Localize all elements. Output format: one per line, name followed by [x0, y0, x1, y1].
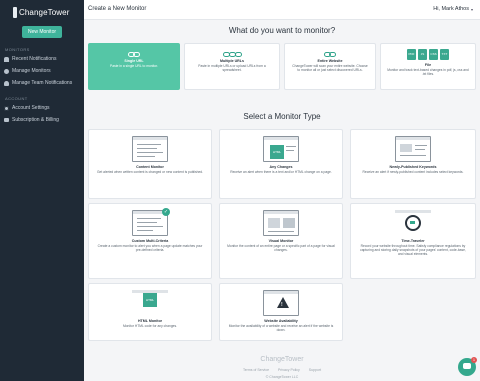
link-icon	[89, 50, 179, 58]
logo-text: ChangeTower	[19, 7, 70, 17]
type-desc: Get alerted when written content is chan…	[96, 170, 204, 174]
type-desc: Record your website throughout time. Sat…	[360, 244, 466, 257]
check-icon: ✓	[162, 208, 170, 216]
sidebar-item-label: Subscription & Billing	[12, 117, 59, 123]
tower-logo-icon	[13, 6, 17, 18]
type-heading: Select a Monitor Type	[243, 112, 321, 121]
type-desc: Receive an alert if newly-published cont…	[362, 170, 464, 174]
notification-badge: 1	[471, 357, 477, 363]
content-monitor-icon	[132, 136, 168, 162]
pdf-file-icon: PDF	[407, 49, 416, 60]
support-link[interactable]: Support	[309, 368, 321, 372]
keywords-icon	[395, 136, 431, 162]
what-heading: What do you want to monitor?	[228, 26, 336, 35]
type-desc: Monitor the availability of a website an…	[228, 324, 334, 333]
logo[interactable]: ChangeTower	[0, 2, 84, 22]
visual-monitor-icon	[263, 210, 299, 236]
terms-link[interactable]: Terms of Service	[243, 368, 269, 372]
warning-icon: !	[263, 290, 299, 316]
page-title: Create a New Monitor	[88, 6, 147, 12]
sidebar: ChangeTower New Monitor MONITORS Recent …	[0, 0, 84, 381]
users-icon	[4, 80, 9, 86]
option-desc: Monitor and track text-based changes in …	[387, 68, 469, 77]
sidebar-item-recent-notifications[interactable]: Recent Notifications	[0, 53, 84, 65]
option-single-url[interactable]: Single URL Paste in a single URL to moni…	[88, 43, 180, 90]
type-desc: Receive an alert when there is a text an…	[230, 170, 332, 174]
credit-card-icon	[4, 118, 9, 122]
footer-logo: ChangeTower	[260, 356, 304, 363]
file-type-icons: PDF JS CSS TXT	[381, 49, 475, 61]
time-traveler-icon	[395, 210, 431, 236]
eye-icon	[4, 68, 9, 74]
multi-link-icon	[185, 50, 279, 58]
type-any-changes[interactable]: HTML Any Changes Receive an alert when t…	[219, 129, 343, 199]
sidebar-item-manage-monitors[interactable]: Manage Monitors	[0, 65, 84, 77]
type-content-monitor[interactable]: Content Monitor Get alerted when written…	[88, 129, 212, 199]
html-monitor-icon: HTML	[132, 290, 168, 316]
footer-links: Terms of Service Privacy Policy Support	[84, 368, 480, 372]
new-monitor-button[interactable]: New Monitor	[22, 26, 62, 38]
sidebar-item-manage-team-notifications[interactable]: Manage Team Notifications	[0, 77, 84, 89]
txt-file-icon: TXT	[440, 49, 449, 60]
sidebar-item-label: Recent Notifications	[12, 56, 57, 62]
bell-icon	[4, 56, 9, 62]
chevron-down-icon: ▾	[470, 6, 473, 12]
main-content: What do you want to monitor? Single URL …	[84, 20, 480, 381]
any-changes-icon: HTML	[263, 136, 299, 162]
sidebar-item-label: Manage Monitors	[12, 68, 51, 74]
option-desc: Paste in multiple URLs or upload URLs fr…	[198, 64, 266, 73]
chat-button[interactable]: 1	[458, 357, 477, 376]
option-multiple-urls[interactable]: Multiple URLs Paste in multiple URLs or …	[184, 43, 280, 90]
type-html-monitor[interactable]: HTML HTML Monitor Monitor HTML code for …	[88, 283, 212, 341]
type-desc: Monitor the content of an entire page or…	[227, 244, 335, 253]
section-label-account: ACCOUNT	[5, 96, 28, 101]
type-desc: Monitor HTML code for any changes.	[122, 324, 178, 328]
js-file-icon: JS	[418, 49, 427, 60]
sidebar-item-label: Manage Team Notifications	[12, 80, 73, 86]
option-entire-website[interactable]: Entire Website ChangeTower will scan you…	[284, 43, 376, 90]
type-time-traveler[interactable]: Time-Traveler Record your website throug…	[350, 203, 476, 279]
gear-icon	[4, 105, 9, 111]
option-file[interactable]: PDF JS CSS TXT File Monitor and track te…	[380, 43, 476, 90]
sidebar-item-label: Account Settings	[12, 105, 50, 111]
option-desc: Paste in a single URL to monitor.	[110, 64, 158, 68]
user-menu[interactable]: Hi, Mark Athos ▾	[433, 6, 473, 12]
privacy-link[interactable]: Privacy Policy	[278, 368, 300, 372]
sidebar-item-account-settings[interactable]: Account Settings	[0, 102, 84, 114]
chat-icon	[463, 363, 471, 369]
type-newly-published-keywords[interactable]: Newly-Published Keywords Receive an aler…	[350, 129, 476, 199]
user-greeting: Hi, Mark Athos	[433, 6, 469, 12]
type-website-availability[interactable]: ! Website Availability Monitor the avail…	[219, 283, 343, 341]
css-file-icon: CSS	[429, 49, 438, 60]
section-label-monitors: MONITORS	[5, 47, 30, 52]
website-link-icon	[285, 50, 375, 58]
option-desc: ChangeTower will scan your entire websit…	[292, 64, 368, 73]
sidebar-item-subscription-billing[interactable]: Subscription & Billing	[0, 114, 84, 126]
type-visual-monitor[interactable]: Visual Monitor Monitor the content of an…	[219, 203, 343, 279]
custom-criteria-icon: ✓	[132, 208, 170, 236]
copyright: © ChangeTower LLC	[265, 375, 299, 379]
type-desc: Create a custom monitor to alert you whe…	[97, 244, 203, 253]
topbar: Create a New Monitor Hi, Mark Athos ▾	[84, 0, 480, 20]
type-custom-multi-criteria[interactable]: ✓ Custom Multi-Criteria Create a custom …	[88, 203, 212, 279]
